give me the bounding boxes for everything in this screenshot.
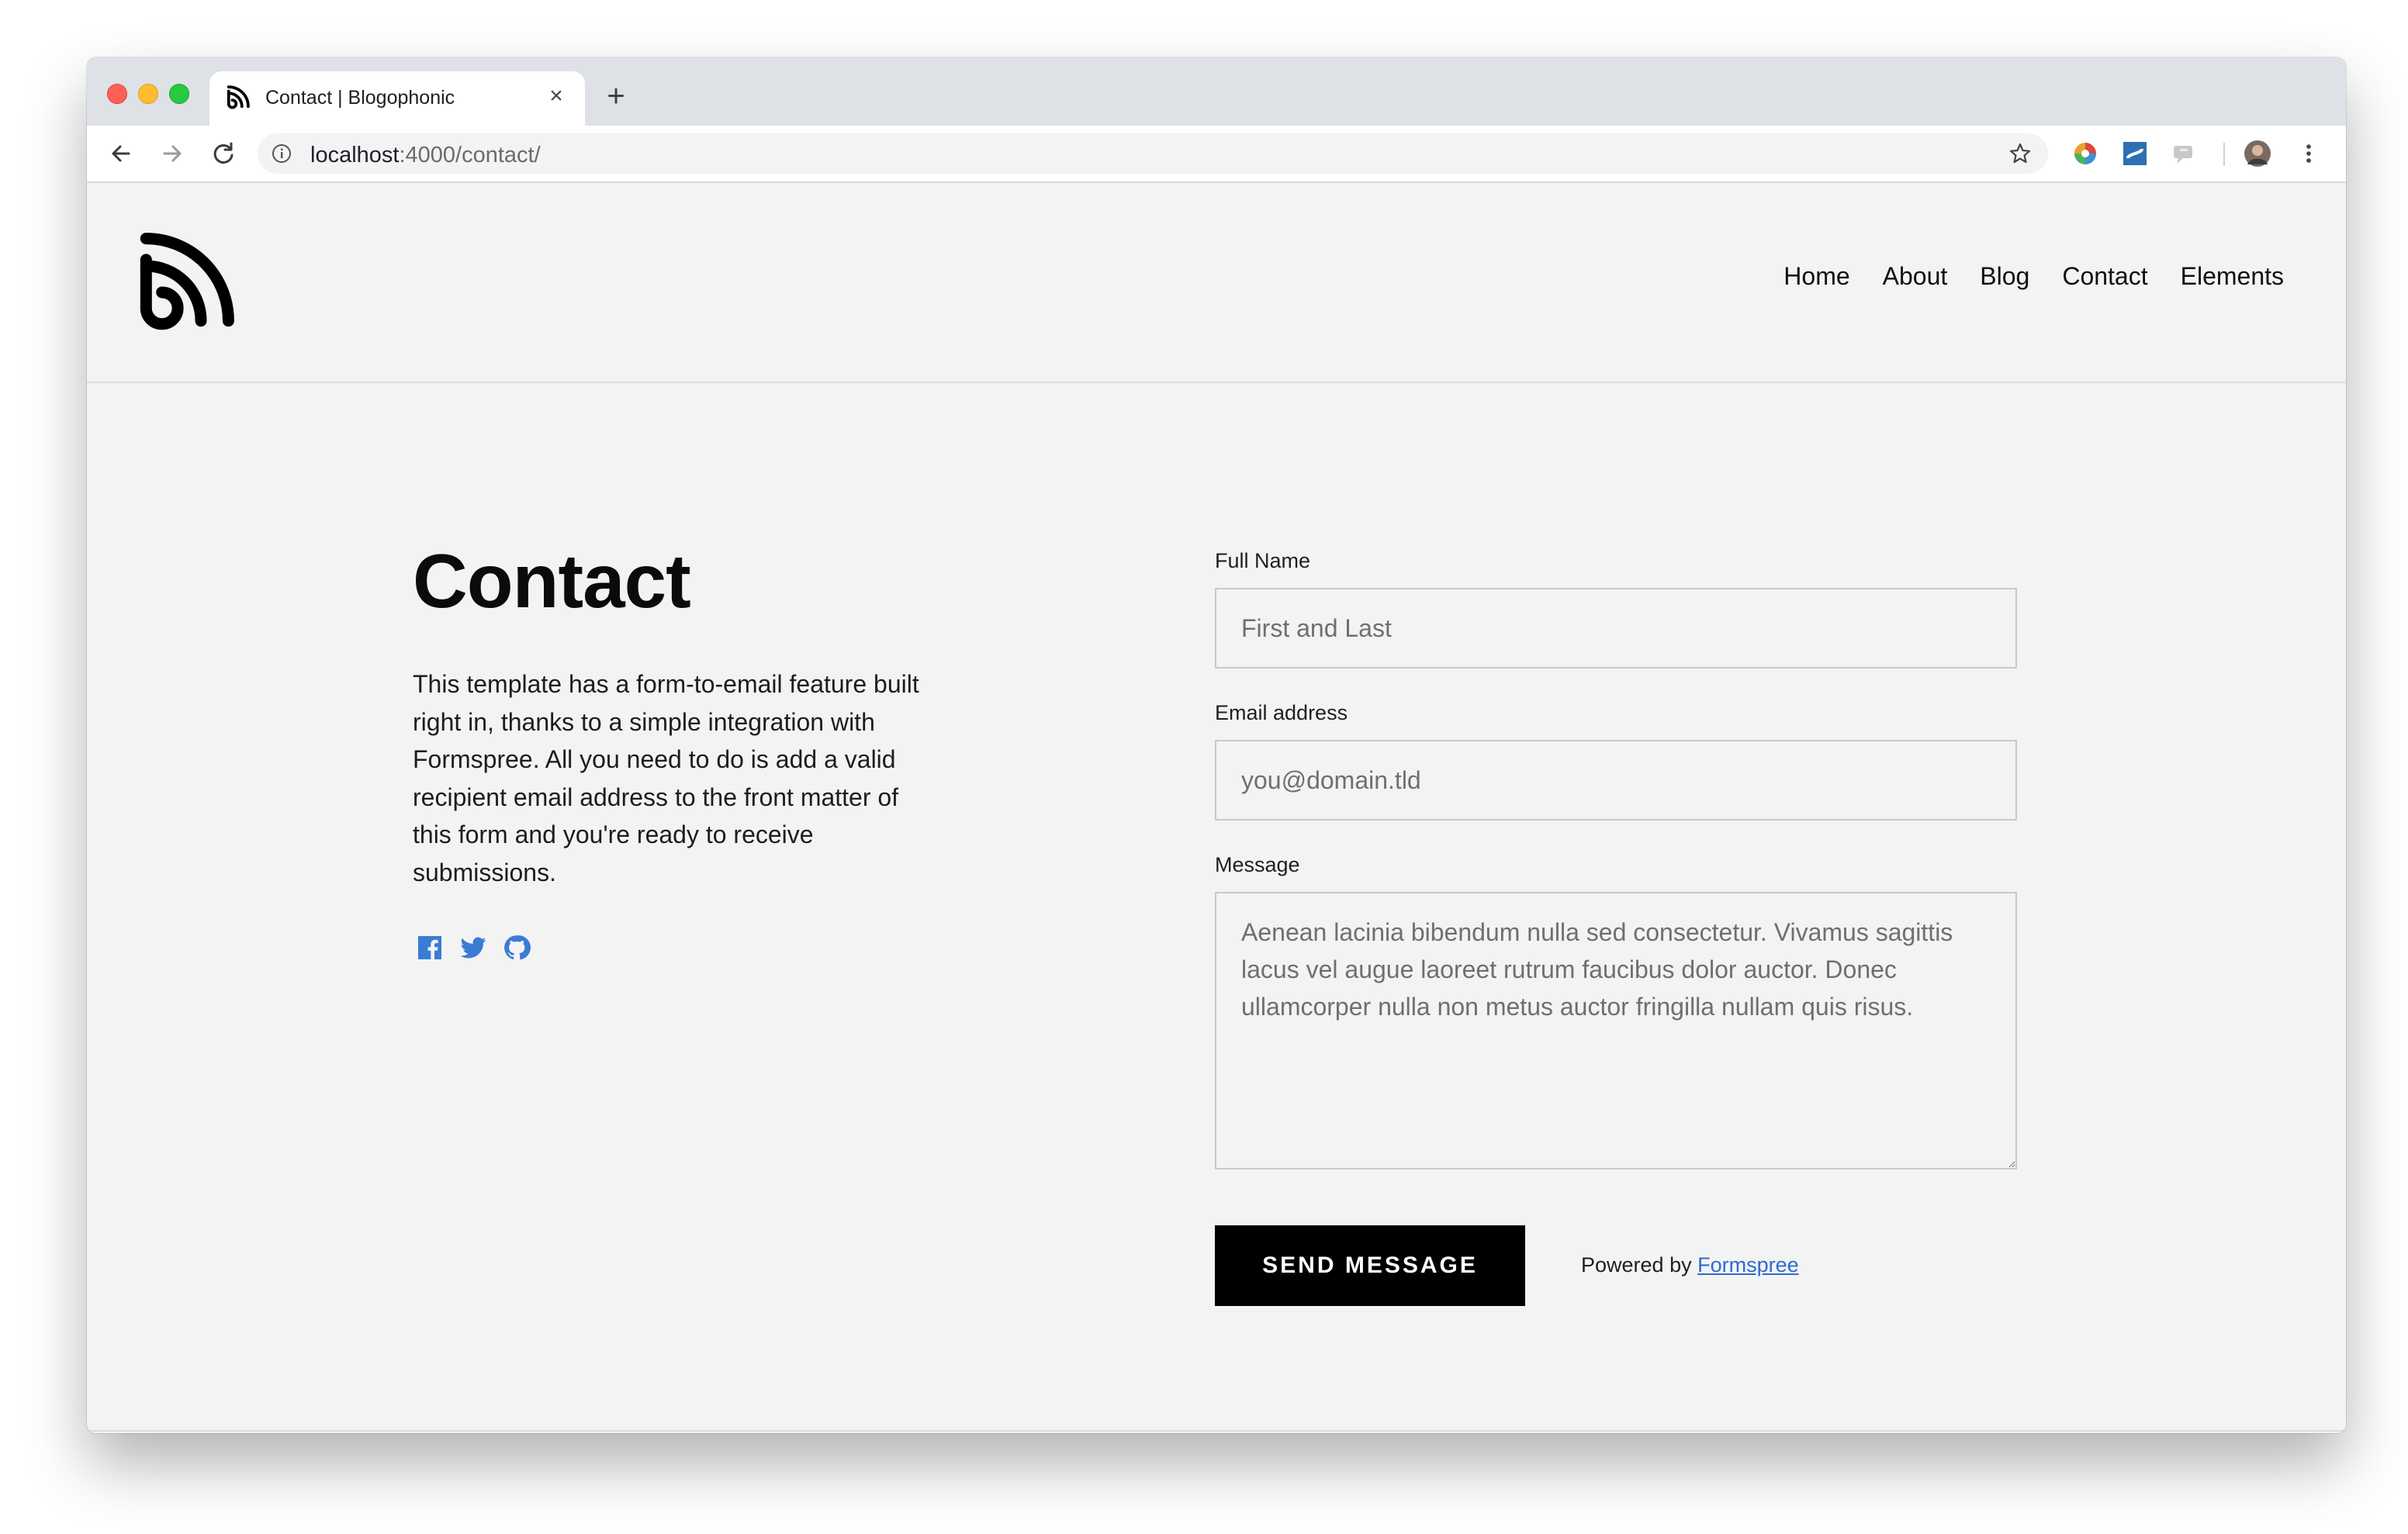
github-icon[interactable]	[503, 934, 531, 962]
close-window-button[interactable]	[107, 84, 127, 104]
powered-by-prefix: Powered by	[1581, 1253, 1692, 1277]
url-host: localhost	[310, 143, 400, 168]
footer-divider	[87, 1430, 2346, 1432]
twitter-icon[interactable]	[459, 934, 487, 962]
forward-button[interactable]	[157, 138, 188, 169]
blogophonic-logo-icon[interactable]	[133, 228, 239, 333]
minimize-window-button[interactable]	[138, 84, 158, 104]
site-nav: Home About Blog Contact Elements	[1784, 262, 2284, 291]
reload-button[interactable]	[208, 138, 239, 169]
nav-link-contact[interactable]: Contact	[2062, 262, 2147, 291]
url-path: :4000/contact/	[399, 143, 541, 168]
screenshot-extension-icon[interactable]	[2121, 140, 2149, 168]
reload-icon	[213, 142, 234, 164]
favicon-icon	[227, 85, 250, 109]
arrow-right-icon	[163, 145, 182, 162]
message-textarea[interactable]	[1215, 892, 2017, 1170]
formspree-link[interactable]: Formspree	[1697, 1253, 1799, 1277]
bookmark-star-icon[interactable]	[2008, 141, 2033, 166]
nav-link-about[interactable]: About	[1883, 262, 1948, 291]
facebook-icon[interactable]	[416, 934, 444, 962]
nav-link-home[interactable]: Home	[1784, 262, 1849, 291]
full-name-label: Full Name	[1215, 549, 1311, 572]
page-viewport: Home About Blog Contact Elements Contact…	[87, 183, 2346, 1433]
send-message-button[interactable]: SEND MESSAGE	[1215, 1225, 1525, 1306]
chat-extension-icon[interactable]	[2171, 140, 2199, 168]
social-links	[416, 934, 531, 962]
url-text: localhost:4000/contact/	[310, 143, 541, 168]
browser-toolbar: localhost:4000/contact/	[87, 126, 2346, 183]
tab-title: Contact | Blogophonic	[265, 87, 455, 109]
powered-by-text: Powered by Formspree	[1581, 1253, 1799, 1277]
full-name-input[interactable]	[1215, 588, 2017, 669]
tab-close-icon[interactable]: ×	[541, 81, 571, 111]
page-title: Contact	[413, 538, 691, 624]
nav-link-elements[interactable]: Elements	[2181, 262, 2284, 291]
browser-tab[interactable]: Contact | Blogophonic ×	[209, 71, 585, 126]
email-input[interactable]	[1215, 740, 2017, 821]
tab-strip: Contact | Blogophonic × +	[87, 57, 2346, 126]
more-menu-icon[interactable]	[2295, 140, 2323, 168]
message-label: Message	[1215, 853, 1300, 876]
color-extension-icon[interactable]	[2071, 140, 2099, 168]
site-header: Home About Blog Contact Elements	[87, 183, 2346, 383]
nav-link-blog[interactable]: Blog	[1980, 262, 2029, 291]
info-icon[interactable]	[272, 143, 292, 164]
browser-window: Contact | Blogophonic × + localhost:4000…	[87, 57, 2346, 1433]
maximize-window-button[interactable]	[169, 84, 189, 104]
back-button[interactable]	[106, 138, 137, 169]
contact-description: This template has a form-to-email featur…	[413, 670, 919, 886]
arrow-left-icon	[112, 145, 130, 162]
avatar[interactable]	[2244, 140, 2271, 168]
email-label: Email address	[1215, 701, 1348, 724]
toolbar-divider	[2223, 143, 2225, 166]
new-tab-button[interactable]: +	[600, 81, 631, 112]
address-bar[interactable]: localhost:4000/contact/	[258, 133, 2048, 174]
